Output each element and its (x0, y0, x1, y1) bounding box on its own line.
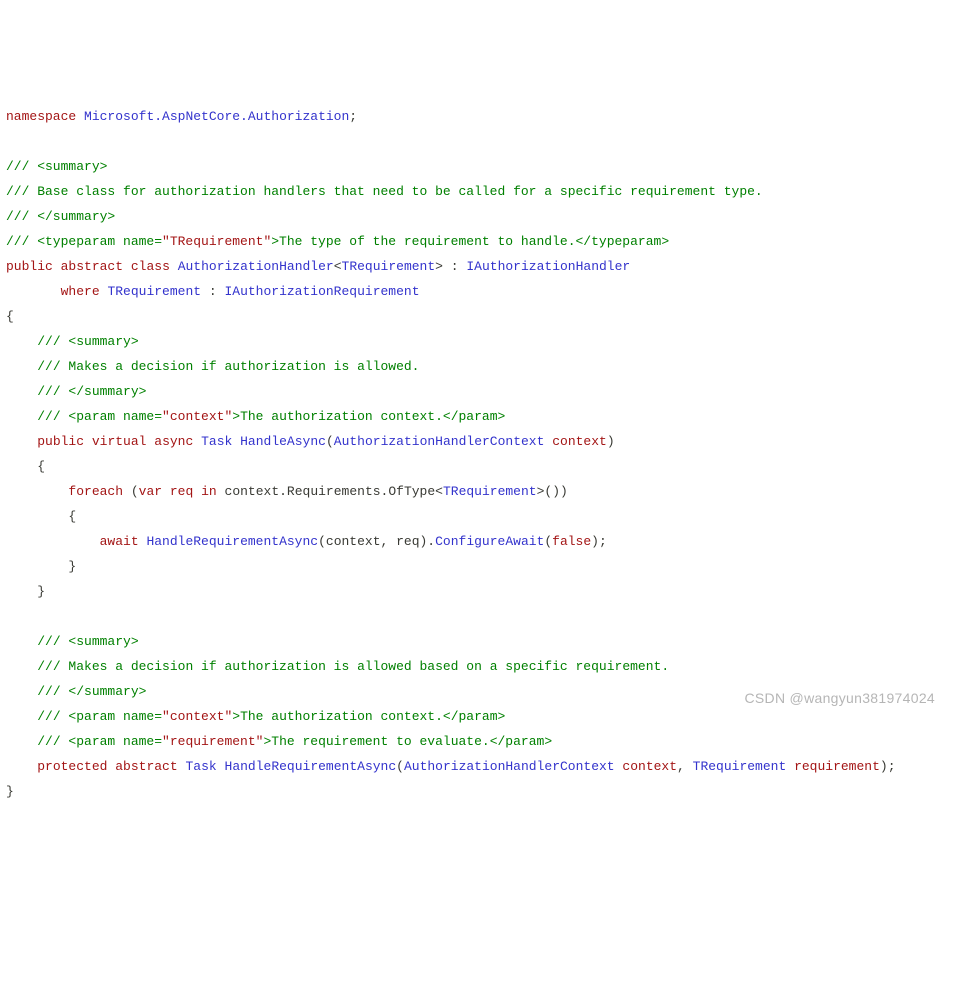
brace-open3: { (68, 509, 76, 524)
kw-async: async (154, 434, 193, 449)
paren-semi: ); (591, 534, 607, 549)
namespace-name: Microsoft.AspNetCore.Authorization (84, 109, 349, 124)
expr-reqs: context.Requirements.OfType (225, 484, 436, 499)
kw-public2: public (37, 434, 84, 449)
brace-open2: { (37, 459, 45, 474)
gt-paren: >()) (537, 484, 568, 499)
generic-treq2: TRequirement (443, 484, 537, 499)
param-context2: context (622, 759, 677, 774)
kw-in: in (201, 484, 217, 499)
iface-iauthhandler: IAuthorizationHandler (466, 259, 630, 274)
method-handlereqasync: HandleRequirementAsync (225, 759, 397, 774)
kw-class: class (131, 259, 170, 274)
kw-abstract2: abstract (115, 759, 177, 774)
doc3-summary-close: /// </summary> (37, 684, 146, 699)
type-task: Task (201, 434, 232, 449)
kw-foreach: foreach (68, 484, 123, 499)
colon: : (201, 284, 224, 299)
type-task2: Task (185, 759, 216, 774)
method-handleasync: HandleAsync (240, 434, 326, 449)
type-treq3: TRequirement (693, 759, 787, 774)
kw-where: where (61, 284, 100, 299)
doc-summary-close: /// </summary> (6, 209, 115, 224)
doc-typeparam-c: >The type of the requirement to handle.<… (271, 234, 669, 249)
param-requirement: requirement (794, 759, 880, 774)
doc2-param-c: >The authorization context.</param> (232, 409, 505, 424)
doc3-param1-c: >The authorization context.</param> (232, 709, 505, 724)
brace-close2: } (37, 584, 45, 599)
brace-close: } (6, 784, 14, 799)
type-authctx2: AuthorizationHandlerContext (404, 759, 615, 774)
type-authhandler: AuthorizationHandler (178, 259, 334, 274)
type-authctx: AuthorizationHandlerContext (334, 434, 545, 449)
kw-abstract: abstract (61, 259, 123, 274)
lt2: < (435, 484, 443, 499)
semi: ; (349, 109, 357, 124)
brace-open: { (6, 309, 14, 324)
doc3-param2-name: "requirement" (162, 734, 263, 749)
kw-var: var (139, 484, 162, 499)
param-context: context (552, 434, 607, 449)
doc2-summary-open: /// <summary> (37, 334, 138, 349)
lt: < (334, 259, 342, 274)
args-ctxreq: (context, req). (318, 534, 435, 549)
paren4: ( (396, 759, 404, 774)
brace-close3: } (68, 559, 76, 574)
doc2-summary-text: /// Makes a decision if authorization is… (37, 359, 419, 374)
paren3: ( (544, 534, 552, 549)
where-treq: TRequirement (107, 284, 201, 299)
kw-public: public (6, 259, 53, 274)
comma: , (677, 759, 693, 774)
call-configawait: ConfigureAwait (435, 534, 544, 549)
code-block: namespace Microsoft.AspNetCore.Authoriza… (6, 104, 947, 804)
doc3-param2-c: >The requirement to evaluate.</param> (263, 734, 552, 749)
doc3-summary-text: /// Makes a decision if authorization is… (37, 659, 669, 674)
paren-open: ( (326, 434, 334, 449)
doc-typeparam-a: /// <typeparam name= (6, 234, 162, 249)
paren-semi2: ); (880, 759, 896, 774)
gt-colon: > : (435, 259, 466, 274)
call-handlereq: HandleRequirementAsync (146, 534, 318, 549)
doc3-param1-name: "context" (162, 709, 232, 724)
doc-typeparam-name: "TRequirement" (162, 234, 271, 249)
generic-treq: TRequirement (342, 259, 436, 274)
doc-summary-text: /// Base class for authorization handler… (6, 184, 763, 199)
kw-protected: protected (37, 759, 107, 774)
kw-virtual: virtual (92, 434, 147, 449)
var-req: req (170, 484, 193, 499)
doc3-param2-a: /// <param name= (37, 734, 162, 749)
doc2-summary-close: /// </summary> (37, 384, 146, 399)
doc2-param-a: /// <param name= (37, 409, 162, 424)
kw-await: await (100, 534, 139, 549)
iface-iauthreq: IAuthorizationRequirement (224, 284, 419, 299)
doc3-param1-a: /// <param name= (37, 709, 162, 724)
paren: ( (131, 484, 139, 499)
kw-false: false (552, 534, 591, 549)
doc2-param-name: "context" (162, 409, 232, 424)
doc3-summary-open: /// <summary> (37, 634, 138, 649)
doc-summary-open: /// <summary> (6, 159, 107, 174)
paren-close: ) (607, 434, 615, 449)
kw-namespace: namespace (6, 109, 76, 124)
